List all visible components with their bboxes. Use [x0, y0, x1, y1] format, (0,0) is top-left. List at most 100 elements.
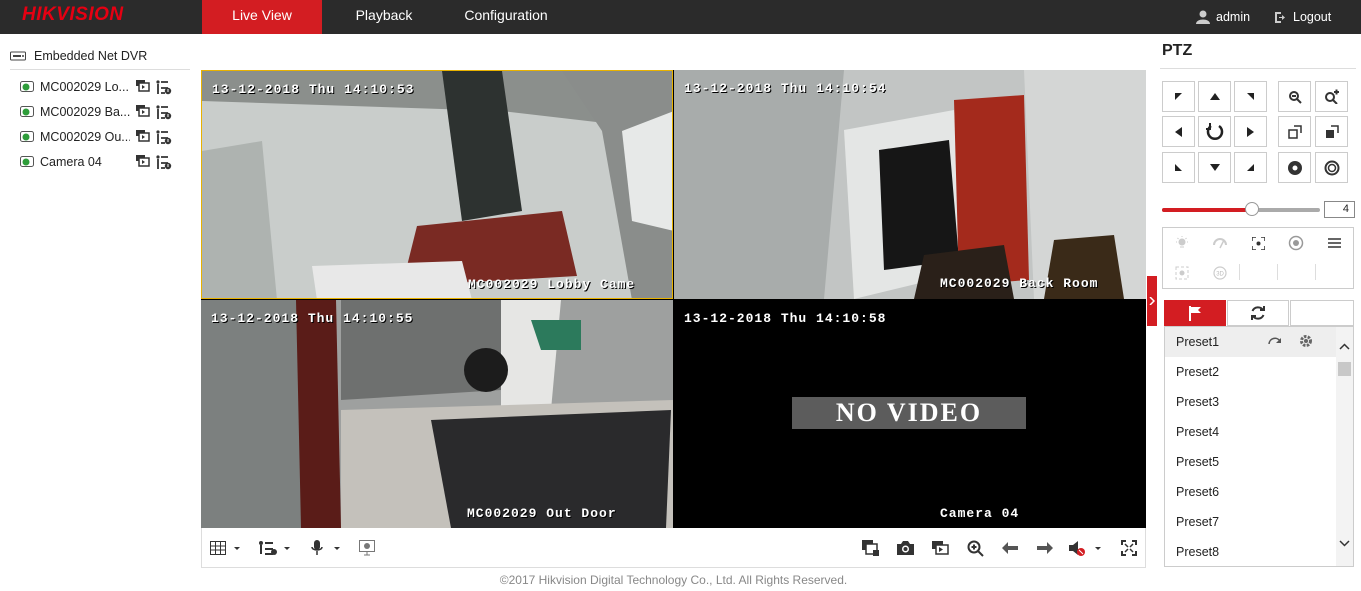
stream-type-button[interactable]: [257, 537, 291, 559]
preset-item[interactable]: Preset2: [1165, 357, 1337, 387]
preset-item[interactable]: Preset8: [1165, 537, 1337, 566]
tab-patrol[interactable]: [1227, 300, 1289, 326]
camera-item[interactable]: MC002029 Ou...: [20, 127, 180, 147]
scrollbar-thumb[interactable]: [1338, 362, 1351, 376]
record-button[interactable]: [929, 537, 951, 559]
video-tile-2[interactable]: 13-12-2018 Thu 14:10:54 MC002029 Back Ro…: [674, 70, 1146, 299]
manual-tracking-button[interactable]: [1163, 258, 1201, 288]
preset-item[interactable]: Preset4: [1165, 417, 1337, 447]
osd-camera-name: MC002029 Back Room: [940, 276, 1099, 291]
video-record-icon: [931, 541, 949, 555]
rotate-icon: [1205, 122, 1223, 140]
stream-icon[interactable]: [156, 79, 172, 95]
slider-handle[interactable]: [1245, 202, 1260, 216]
camera-icon: [896, 541, 914, 555]
next-page-button[interactable]: [1034, 537, 1056, 559]
record-icon[interactable]: [136, 104, 150, 117]
focus-far-button[interactable]: [1315, 116, 1348, 147]
ptz-down-left-button[interactable]: [1162, 152, 1195, 183]
window-layout-button[interactable]: [208, 537, 242, 559]
microphone-button[interactable]: [308, 537, 342, 559]
fullscreen-button[interactable]: [1118, 537, 1140, 559]
ptz-speed-slider[interactable]: [1162, 202, 1320, 216]
audio-button[interactable]: [1068, 537, 1102, 559]
lens-icon: [1288, 235, 1304, 251]
record-icon[interactable]: [136, 129, 150, 142]
video-tile-1[interactable]: 13-12-2018 Thu 14:10:53 MC002029 Lobby C…: [201, 70, 673, 299]
camera-item[interactable]: MC002029 Lo...: [20, 77, 180, 97]
digital-zoom-button[interactable]: [964, 537, 986, 559]
preset-item[interactable]: Preset7: [1165, 507, 1337, 537]
tab-pattern[interactable]: [1290, 300, 1354, 326]
more-button[interactable]: [1315, 228, 1353, 258]
tab-configuration[interactable]: Configuration: [450, 0, 562, 34]
light-button[interactable]: [1163, 228, 1201, 258]
call-preset-icon[interactable]: [1268, 336, 1282, 346]
osd-timestamp: 13-12-2018 Thu 14:10:58: [684, 311, 887, 326]
ptz-speed-value: 4: [1324, 201, 1355, 218]
arrow-up-left-icon: [1175, 93, 1182, 100]
chevron-up-icon[interactable]: [1339, 343, 1350, 350]
tab-preset[interactable]: [1164, 300, 1226, 326]
3d-zoom-button[interactable]: 3D: [1201, 258, 1239, 288]
device-tree-root[interactable]: Embedded Net DVR: [10, 42, 190, 70]
hikvision-logo: HIKVISION: [22, 4, 124, 25]
preset-item[interactable]: Preset6: [1165, 477, 1337, 507]
record-icon[interactable]: [136, 79, 150, 92]
ptz-left-button[interactable]: [1162, 116, 1195, 147]
focus-near-button[interactable]: [1278, 116, 1311, 147]
arrow-up-icon: [1209, 93, 1220, 100]
one-touch-focus-button[interactable]: [1239, 228, 1277, 258]
ezoom-button[interactable]: [356, 537, 378, 559]
user-menu[interactable]: admin: [1196, 0, 1250, 34]
preset-label: Preset1: [1176, 335, 1220, 349]
ptz-down-right-button[interactable]: [1234, 152, 1267, 183]
preset-list: Preset1 Preset2 Preset3 Preset4 Preset5 …: [1164, 326, 1354, 567]
camera-online-icon: [20, 131, 34, 142]
arrow-up-right-icon: [1247, 93, 1254, 100]
zoom-in-icon: [967, 540, 984, 557]
ptz-down-button[interactable]: [1198, 152, 1231, 183]
chevron-down-icon[interactable]: [1339, 540, 1350, 547]
ptz-auto-scan-button[interactable]: [1198, 116, 1231, 147]
camera-name: MC002029 Ba...: [40, 105, 130, 119]
iris-close-button[interactable]: [1278, 152, 1311, 183]
preset-label: Preset2: [1176, 365, 1220, 379]
wiper-button[interactable]: [1201, 228, 1239, 258]
wiper-icon: [1213, 238, 1227, 249]
zoom-out-icon: [1288, 90, 1302, 104]
stream-icon[interactable]: [156, 104, 172, 120]
zoom-in-button[interactable]: [1315, 81, 1348, 112]
ptz-panel-toggle[interactable]: [1147, 276, 1157, 326]
iris-open-button[interactable]: [1315, 152, 1348, 183]
capture-button[interactable]: [894, 537, 916, 559]
previous-page-button[interactable]: [999, 537, 1021, 559]
gear-icon[interactable]: [1299, 334, 1313, 348]
preset-item[interactable]: Preset3: [1165, 387, 1337, 417]
stream-icon[interactable]: [156, 154, 172, 170]
record-icon[interactable]: [136, 154, 150, 167]
video-tile-3[interactable]: 13-12-2018 Thu 14:10:55 MC002029 Out Doo…: [201, 300, 673, 528]
tab-live-view[interactable]: Live View: [202, 0, 322, 34]
stream-icon: [259, 541, 290, 555]
zoom-out-button[interactable]: [1278, 81, 1311, 112]
tab-playback[interactable]: Playback: [336, 0, 432, 34]
dvr-icon: [10, 51, 26, 61]
logout-button[interactable]: Logout: [1274, 0, 1331, 34]
stream-icon[interactable]: [156, 129, 172, 145]
ptz-divider: [1160, 68, 1356, 69]
arrow-down-icon: [1209, 164, 1220, 171]
ptz-up-right-button[interactable]: [1234, 81, 1267, 112]
ptz-up-left-button[interactable]: [1162, 81, 1195, 112]
video-tile-4[interactable]: 13-12-2018 Thu 14:10:58 NO VIDEO Camera …: [674, 300, 1146, 528]
ptz-up-button[interactable]: [1198, 81, 1231, 112]
arrow-down-left-icon: [1175, 164, 1182, 171]
preset-scrollbar[interactable]: [1336, 327, 1353, 566]
speaker-muted-icon: [1069, 541, 1101, 556]
preset-item[interactable]: Preset5: [1165, 447, 1337, 477]
camera-item[interactable]: Camera 04: [20, 152, 180, 172]
capture-all-button[interactable]: [859, 537, 881, 559]
ptz-right-button[interactable]: [1234, 116, 1267, 147]
lens-init-button[interactable]: [1277, 228, 1315, 258]
camera-item[interactable]: MC002029 Ba...: [20, 102, 180, 122]
